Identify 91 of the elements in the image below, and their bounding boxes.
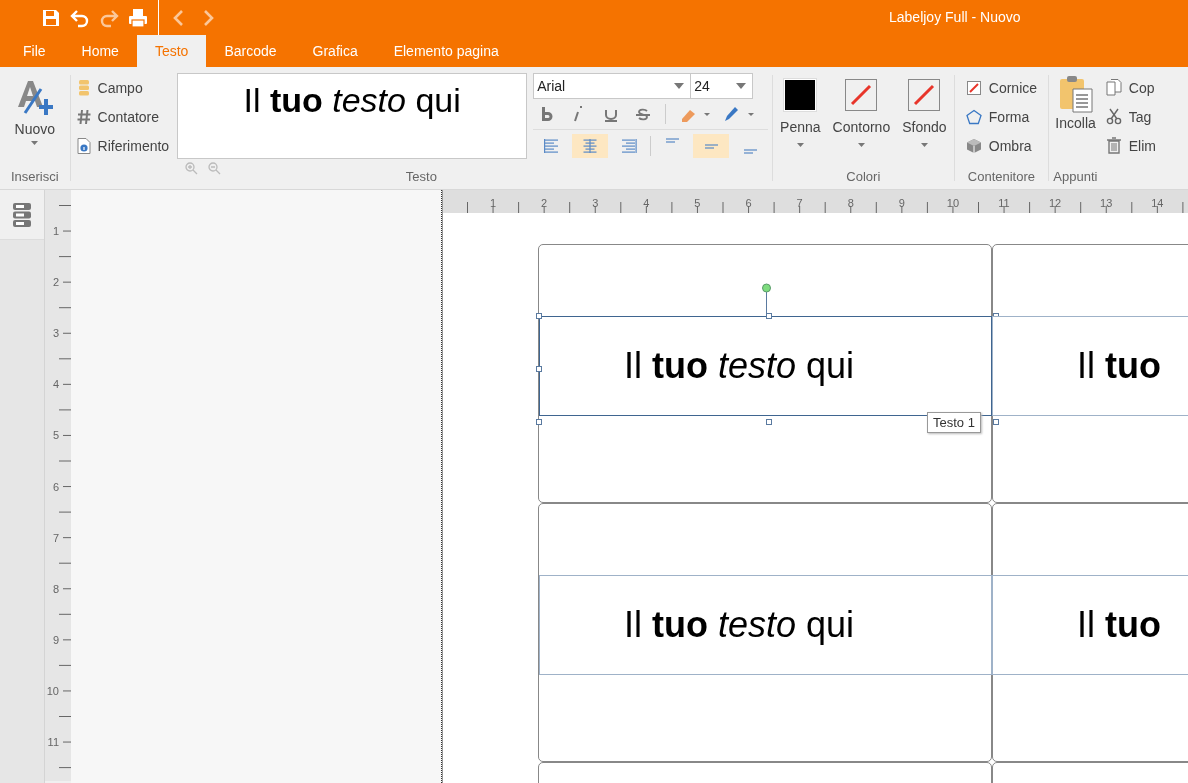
reference-button[interactable]: Riferimento [74, 133, 172, 158]
hash-icon [76, 108, 91, 125]
align-lines-icon [743, 149, 757, 154]
copy-icon [1105, 79, 1122, 96]
background-color-button[interactable]: Sfondo [899, 73, 950, 147]
label-text: Il tuo testo qui [624, 604, 855, 646]
align-lines-icon [543, 138, 560, 154]
ruler-number: 10 [46, 684, 59, 697]
trash-icon [1105, 137, 1122, 154]
group-label: Appunti [1053, 169, 1098, 186]
shadow-button[interactable]: Ombra [963, 133, 1040, 158]
scissors-icon [1105, 108, 1122, 125]
cube-icon [965, 137, 982, 154]
undo-icon[interactable] [70, 7, 90, 28]
layers-button[interactable] [0, 190, 44, 240]
font-dropdown[interactable]: Arial [533, 73, 692, 99]
text-box[interactable]: Il tuo testo qui [539, 575, 992, 675]
clipboard-icon [1058, 75, 1093, 113]
ruler-number: 10 [946, 197, 959, 209]
caret-icon [920, 143, 928, 147]
caret-icon [674, 83, 685, 89]
label-text: Il tuo testo qui [624, 345, 855, 387]
pen-color-button[interactable]: Penna [777, 73, 824, 147]
caret-icon [857, 143, 865, 147]
font-size-dropdown[interactable]: 24 [691, 73, 754, 99]
delete-button[interactable]: Elim [1103, 133, 1158, 158]
ruler-number: 7 [796, 197, 803, 209]
ruler-number: 6 [745, 197, 752, 209]
ruler-number: 9 [898, 197, 905, 209]
stack-icon [12, 202, 32, 227]
align-lines-icon [582, 138, 599, 154]
paste-button[interactable]: Incolla [1053, 73, 1098, 135]
label-text: Il tuo [1077, 604, 1161, 646]
frame-icon [965, 79, 982, 96]
ruler-number: 5 [694, 197, 701, 209]
group-label: Contenitore [967, 169, 1036, 186]
tooltip: Testo 1 [927, 412, 981, 433]
text-preview[interactable]: Il tuo testo qui [177, 73, 528, 159]
ruler-number: 3 [592, 197, 599, 209]
ruler-number: 4 [52, 378, 59, 391]
ruler-number: 2 [52, 276, 59, 289]
ruler-number: 7 [52, 531, 59, 544]
align-lines-icon [704, 143, 718, 149]
pen-icon[interactable] [722, 106, 755, 122]
zoom-out-icon[interactable] [208, 162, 222, 175]
zoom-in-icon[interactable] [185, 162, 199, 175]
text-box[interactable]: Il tuo [992, 316, 1188, 416]
align-middle-button[interactable] [693, 134, 730, 158]
copy-button[interactable]: Cop [1103, 75, 1158, 100]
group-label: Testo [405, 169, 437, 186]
ruler-number: 3 [52, 327, 59, 340]
ruler-number: 14 [1151, 197, 1164, 209]
outline-color-button[interactable]: Contorno [829, 73, 894, 147]
align-lines-icon [665, 138, 679, 143]
ruler-number: 12 [1048, 197, 1062, 209]
ruler-number: 13 [1100, 197, 1113, 209]
shape-button[interactable]: Forma [963, 104, 1040, 129]
ruler-number: 8 [52, 582, 59, 595]
caret-icon [736, 83, 747, 89]
ruler-number: 2 [541, 197, 548, 209]
frame-button[interactable]: Cornice [963, 75, 1040, 100]
ruler-number: 8 [847, 197, 854, 209]
caret-icon [31, 141, 39, 145]
caret-icon [796, 143, 804, 147]
info-document-icon [76, 137, 91, 154]
counter-button[interactable]: Contatore [74, 104, 172, 129]
save-icon[interactable] [41, 7, 61, 28]
align-lines-icon [621, 138, 638, 154]
group-label: Inserisci [10, 169, 59, 186]
ruler-number: 11 [998, 197, 1010, 209]
align-center-button[interactable] [572, 134, 609, 158]
field-button[interactable]: Campo [74, 75, 172, 100]
no-color-icon [908, 79, 941, 111]
ruler-number: 1 [52, 225, 59, 237]
group-label: Colori [846, 169, 881, 186]
ruler-number: 4 [643, 197, 650, 209]
cut-button[interactable]: Tag [1103, 104, 1158, 129]
ruler-number: 11 [47, 736, 59, 748]
pentagon-icon [965, 108, 982, 125]
no-color-icon [845, 79, 878, 111]
ruler-number: 9 [52, 633, 59, 646]
new-button[interactable]: Nuovo [12, 73, 58, 149]
text-box[interactable]: Il tuo testo qui [539, 316, 992, 416]
text-box[interactable]: Il tuo [992, 575, 1188, 675]
ruler-number: 6 [52, 480, 59, 493]
database-icon [76, 79, 91, 96]
print-icon[interactable] [128, 7, 148, 28]
label-text: Il tuo [1077, 345, 1161, 387]
ruler-number: 5 [52, 429, 59, 442]
ruler-number: 1 [489, 197, 497, 209]
window-title: Labeljoy Full - Nuovo [889, 9, 1021, 25]
